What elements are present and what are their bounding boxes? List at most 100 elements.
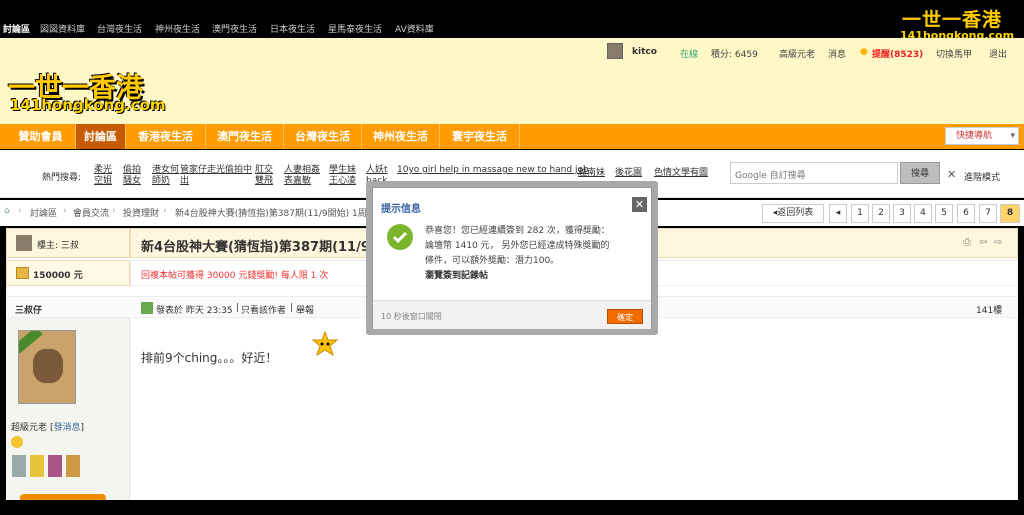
- prev-page-button[interactable]: ◂: [829, 204, 847, 223]
- breadcrumb-item[interactable]: 會員交流: [73, 206, 109, 219]
- hot-keyword[interactable]: 肛交雙飛: [255, 165, 277, 187]
- medal-icon: [48, 455, 62, 477]
- topnav-japan[interactable]: 日本夜生活: [270, 22, 315, 35]
- close-icon[interactable]: ✕: [947, 168, 956, 181]
- online-icon: [141, 302, 153, 314]
- messages-link[interactable]: 消息: [828, 47, 846, 60]
- page-link[interactable]: 4: [914, 204, 932, 223]
- home-icon[interactable]: ⌂: [4, 206, 10, 216]
- quick-nav-button[interactable]: 快捷導航 ▾: [945, 127, 1019, 145]
- site-logo[interactable]: 一世一香港 141hongkong.com: [8, 68, 166, 116]
- hot-keyword[interactable]: 學生妹王心凌: [329, 165, 361, 187]
- dialog-footer: 10 秒後窗口關閉 確定: [373, 300, 651, 329]
- page-link[interactable]: 5: [935, 204, 953, 223]
- hot-keyword[interactable]: 柔光空姐: [94, 165, 116, 187]
- logout-link[interactable]: 退出: [989, 47, 1007, 60]
- hot-keyword[interactable]: 港女何師奶: [152, 165, 180, 187]
- floor-number[interactable]: 141樓: [976, 303, 1002, 316]
- topnav-china[interactable]: 神州夜生活: [155, 22, 200, 35]
- nav-hk[interactable]: 香港夜生活: [126, 124, 206, 149]
- current-page: 8: [1000, 204, 1020, 223]
- breadcrumb-current[interactable]: 新4台股神大賽(猜恆指)第387期(11/9開始) 1周賽: [175, 206, 375, 219]
- reminders-link[interactable]: 提醒(8523): [872, 47, 923, 60]
- bottom-bar: [0, 500, 1024, 515]
- dialog-message-line: 恭喜您！您已經連續簽到 282 次，獲得獎勵：: [425, 226, 610, 236]
- only-author-link[interactable]: 只看該作者: [241, 303, 286, 316]
- advanced-mode-link[interactable]: 進階模式: [964, 170, 1000, 183]
- chevron-right-icon: ›: [63, 206, 67, 216]
- online-status[interactable]: 在線: [680, 47, 698, 60]
- star-emoji-icon: [311, 330, 339, 358]
- site-header: kitco 在線 積分: 6459 高級元老 消息 ● 提醒(8523) 切換馬…: [0, 38, 1024, 124]
- nav-macau[interactable]: 澳門夜生活: [206, 124, 284, 149]
- search-button[interactable]: 搜尋: [900, 162, 940, 184]
- thread-owner-box: 樓主: 三叔: [6, 228, 130, 258]
- divider: |: [290, 303, 294, 313]
- nav-forum[interactable]: 討論區: [76, 124, 126, 149]
- topnav-sea[interactable]: 星馬泰夜生活: [328, 22, 382, 35]
- site-logo-small[interactable]: 一世一香港 141hongkong.com: [896, 3, 1024, 42]
- hot-keyword[interactable]: 人妻相姦表嘉敏: [284, 165, 324, 187]
- hot-keyword[interactable]: 偷拍騷女: [123, 165, 145, 187]
- page-link[interactable]: 6: [957, 204, 975, 223]
- print-icon[interactable]: ⎙: [963, 237, 971, 248]
- search-placeholder: Google 自訂搜尋: [735, 171, 806, 181]
- smiley-icon: [11, 436, 23, 448]
- user-avatar[interactable]: [607, 43, 623, 59]
- page-link[interactable]: 2: [872, 204, 890, 223]
- reward-text: 回複本帖可獲得 30000 元錢獎勵! 每人限 1 次: [141, 271, 329, 281]
- topnav-database[interactable]: 図図資料庫: [40, 22, 85, 35]
- hot-keyword[interactable]: 管家仔走光偷拍中出: [180, 165, 252, 187]
- coin-amount: 150000 元: [33, 271, 83, 281]
- nav-sponsor[interactable]: 贊助會員: [6, 124, 76, 149]
- topnav-av-database[interactable]: AV資料庫: [395, 22, 434, 35]
- username-link[interactable]: kitco: [632, 47, 657, 57]
- divider: |: [236, 303, 240, 313]
- checkin-record-link[interactable]: 瀏覽簽到記錄帖: [425, 269, 645, 284]
- page-link[interactable]: 3: [893, 204, 911, 223]
- medal-icon: [66, 455, 80, 477]
- chevron-right-icon: ›: [18, 206, 22, 216]
- send-message-link[interactable]: 發消息: [54, 423, 81, 433]
- author-avatar[interactable]: [18, 330, 76, 404]
- prev-thread-icon[interactable]: ⇦: [979, 237, 987, 248]
- report-link[interactable]: 舉報: [296, 303, 314, 316]
- user-group: 超級元老: [11, 423, 48, 433]
- hot-keyword[interactable]: 後花園: [615, 165, 642, 178]
- close-icon[interactable]: ✕: [632, 197, 647, 212]
- hot-keyword[interactable]: 色情文學有圖: [654, 165, 708, 178]
- nav-taiwan[interactable]: 台灣夜生活: [284, 124, 362, 149]
- breadcrumb-item[interactable]: 投資理財: [123, 206, 159, 219]
- hot-keyword[interactable]: 10yo girl help in massage new to hand jo…: [397, 165, 589, 175]
- rank-link[interactable]: 高級元老: [779, 47, 815, 60]
- thread-owner[interactable]: 樓主: 三叔: [37, 238, 79, 251]
- main-navigation: 贊助會員 討論區 香港夜生活 澳門夜生活 台灣夜生活 神州夜生活 寰宇夜生活 快…: [0, 124, 1024, 149]
- switch-account-link[interactable]: 切換馬甲: [936, 47, 972, 60]
- nav-china[interactable]: 神州夜生活: [362, 124, 440, 149]
- bulb-icon: ●: [860, 47, 868, 57]
- next-thread-icon[interactable]: ⇨: [994, 237, 1002, 248]
- chevron-right-icon: ›: [112, 206, 116, 216]
- page-link[interactable]: 1: [851, 204, 869, 223]
- owner-avatar[interactable]: [16, 235, 32, 251]
- breadcrumb-item[interactable]: 討論區: [30, 206, 57, 219]
- search-input[interactable]: Google 自訂搜尋: [730, 162, 898, 184]
- thread-title: 新4台股神大賽(猜恆指)第387期(11/9開始: [141, 240, 396, 255]
- topnav-macau[interactable]: 澳門夜生活: [212, 22, 257, 35]
- topnav-taiwan[interactable]: 台灣夜生活: [97, 22, 142, 35]
- dialog-message-line: 條件，可以額外獎勵：潛力100。: [425, 256, 560, 266]
- ok-button[interactable]: 確定: [607, 309, 643, 324]
- back-to-list-button[interactable]: ◂返回列表: [762, 204, 824, 223]
- coin-icon: [16, 267, 29, 279]
- nav-world[interactable]: 寰宇夜生活: [440, 124, 520, 149]
- page-link[interactable]: 7: [979, 204, 997, 223]
- topnav-discussion[interactable]: 討論區: [3, 22, 30, 35]
- dialog-body: 提示信息 ✕ 恭喜您！您已經連續簽到 282 次，獲得獎勵： 論壇幣 1410 …: [372, 187, 652, 329]
- chevron-left-icon: ◂: [835, 208, 841, 218]
- post-author[interactable]: 三叔仔: [15, 303, 42, 316]
- points-menu[interactable]: 積分: 6459: [711, 47, 758, 60]
- top-navigation-bar: 討論區 図図資料庫 台灣夜生活 神州夜生活 澳門夜生活 日本夜生活 星馬泰夜生活…: [0, 0, 1024, 42]
- hot-keyword[interactable]: 越南妹: [578, 165, 605, 178]
- notice-dialog: 提示信息 ✕ 恭喜您！您已經連續簽到 282 次，獲得獎勵： 論壇幣 1410 …: [366, 181, 658, 335]
- medal-icon: [12, 455, 26, 477]
